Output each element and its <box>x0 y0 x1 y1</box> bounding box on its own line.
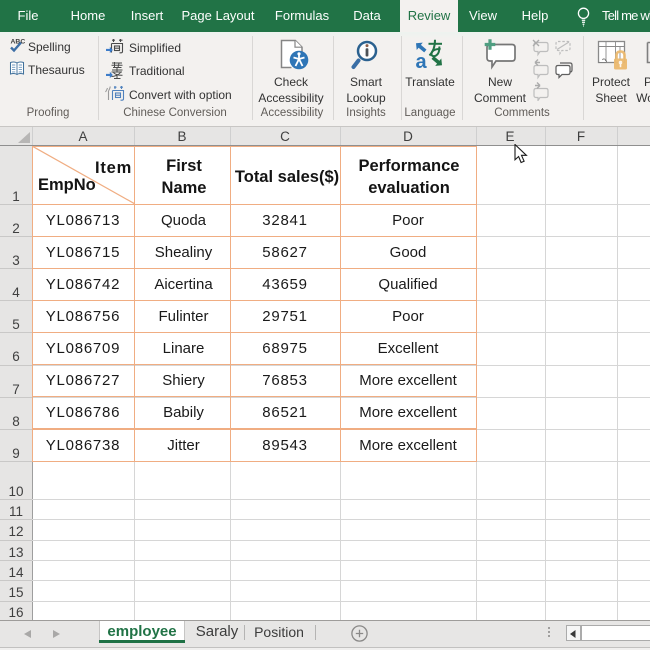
svg-text:a: a <box>416 51 428 69</box>
